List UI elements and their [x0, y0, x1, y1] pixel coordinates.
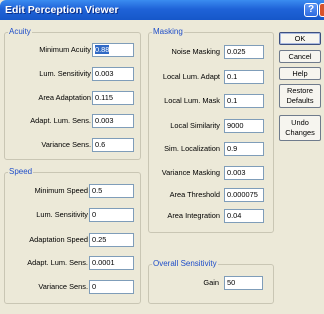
- restore-defaults-button[interactable]: Restore Defaults: [279, 84, 321, 108]
- acuity-variance-sens-row: Variance Sens. 0.6: [4, 138, 141, 152]
- acuity-adapt-lum-sens-input[interactable]: 0.003: [92, 114, 134, 128]
- minimum-acuity-input[interactable]: 0.88: [92, 43, 134, 57]
- area-adaptation-label: Area Adaptation: [38, 93, 91, 102]
- undo-changes-text: Undo Changes: [280, 116, 320, 140]
- edit-perception-viewer-dialog: Edit Perception Viewer ? Acuity Minimum …: [0, 0, 324, 314]
- overall-sensitivity-group-title: Overall Sensitivity: [152, 259, 218, 269]
- speed-adapt-lum-sens-label: Adapt. Lum. Sens.: [27, 258, 88, 267]
- close-icon[interactable]: [319, 3, 324, 17]
- gain-label: Gain: [203, 278, 219, 287]
- variance-masking-label: Variance Masking: [161, 168, 220, 177]
- area-threshold-row: Area Threshold 0.000075: [148, 188, 274, 202]
- acuity-variance-sens-input[interactable]: 0.6: [92, 138, 134, 152]
- undo-label-line1: Undo: [291, 118, 309, 127]
- acuity-group-title: Acuity: [8, 27, 32, 37]
- cancel-button[interactable]: Cancel: [279, 50, 321, 63]
- undo-label-line2: Changes: [285, 128, 315, 137]
- area-threshold-label: Area Threshold: [169, 190, 220, 199]
- speed-adapt-lum-sens-row: Adapt. Lum. Sens. 0.0001: [4, 256, 141, 270]
- sim-localization-label: Sim. Localization: [164, 144, 220, 153]
- local-similarity-input[interactable]: 9000: [224, 119, 264, 133]
- noise-masking-row: Noise Masking 0.025: [148, 45, 274, 59]
- local-lum-adapt-label: Local Lum. Adapt: [162, 72, 220, 81]
- undo-changes-button[interactable]: Undo Changes: [279, 115, 321, 141]
- local-lum-mask-row: Local Lum. Mask 0.1: [148, 94, 274, 108]
- minimum-acuity-label: Minimum Acuity: [39, 45, 91, 54]
- noise-masking-input[interactable]: 0.025: [224, 45, 264, 59]
- acuity-adapt-lum-sens-row: Adapt. Lum. Sens. 0.003: [4, 114, 141, 128]
- gain-input[interactable]: 50: [224, 276, 263, 290]
- speed-variance-sens-input[interactable]: 0: [89, 280, 134, 294]
- adaptation-speed-row: Adaptation Speed 0.25: [4, 233, 141, 247]
- local-similarity-row: Local Similarity 9000: [148, 119, 274, 133]
- sim-localization-input[interactable]: 0.9: [224, 142, 264, 156]
- masking-group-title: Masking: [152, 27, 184, 37]
- restore-label-line1: Restore: [287, 86, 313, 95]
- area-threshold-input[interactable]: 0.000075: [224, 188, 264, 202]
- speed-group-title: Speed: [8, 167, 34, 177]
- area-adaptation-input[interactable]: 0.115: [92, 91, 134, 105]
- variance-masking-input[interactable]: 0.003: [224, 166, 264, 180]
- local-lum-adapt-row: Local Lum. Adapt 0.1: [148, 70, 274, 84]
- speed-variance-sens-label: Variance Sens.: [38, 282, 88, 291]
- title-bar[interactable]: Edit Perception Viewer ?: [0, 0, 324, 20]
- acuity-lum-sensitivity-input[interactable]: 0.003: [92, 67, 134, 81]
- local-similarity-label: Local Similarity: [170, 121, 220, 130]
- adaptation-speed-label: Adaptation Speed: [29, 235, 88, 244]
- speed-adapt-lum-sens-input[interactable]: 0.0001: [89, 256, 134, 270]
- local-lum-mask-label: Local Lum. Mask: [164, 96, 220, 105]
- acuity-variance-sens-label: Variance Sens.: [41, 140, 91, 149]
- gain-row: Gain 50: [148, 276, 274, 290]
- ok-button[interactable]: OK: [279, 32, 321, 45]
- acuity-adapt-lum-sens-label: Adapt. Lum. Sens.: [30, 116, 91, 125]
- area-integration-row: Area Integration 0.04: [148, 209, 274, 223]
- window-title: Edit Perception Viewer: [5, 4, 119, 16]
- noise-masking-label: Noise Masking: [171, 47, 220, 56]
- help-button[interactable]: Help: [279, 67, 321, 80]
- speed-variance-sens-row: Variance Sens. 0: [4, 280, 141, 294]
- speed-lum-sensitivity-label: Lum. Sensitivity: [36, 210, 88, 219]
- speed-lum-sensitivity-row: Lum. Sensitivity 0: [4, 208, 141, 222]
- adaptation-speed-input[interactable]: 0.25: [89, 233, 134, 247]
- area-adaptation-row: Area Adaptation 0.115: [4, 91, 141, 105]
- area-integration-input[interactable]: 0.04: [224, 209, 264, 223]
- restore-defaults-text: Restore Defaults: [280, 85, 320, 107]
- local-lum-adapt-input[interactable]: 0.1: [224, 70, 264, 84]
- help-title-button[interactable]: ?: [304, 3, 318, 17]
- variance-masking-row: Variance Masking 0.003: [148, 166, 274, 180]
- local-lum-mask-input[interactable]: 0.1: [224, 94, 264, 108]
- sim-localization-row: Sim. Localization 0.9: [148, 142, 274, 156]
- minimum-speed-input[interactable]: 0.5: [89, 184, 134, 198]
- acuity-lum-sensitivity-row: Lum. Sensitivity 0.003: [4, 67, 141, 81]
- minimum-acuity-row: Minimum Acuity 0.88: [4, 43, 141, 57]
- acuity-lum-sensitivity-label: Lum. Sensitivity: [39, 69, 91, 78]
- restore-label-line2: Defaults: [286, 96, 314, 105]
- minimum-speed-row: Minimum Speed 0.5: [4, 184, 141, 198]
- speed-lum-sensitivity-input[interactable]: 0: [89, 208, 134, 222]
- minimum-speed-label: Minimum Speed: [34, 186, 88, 195]
- area-integration-label: Area Integration: [167, 211, 220, 220]
